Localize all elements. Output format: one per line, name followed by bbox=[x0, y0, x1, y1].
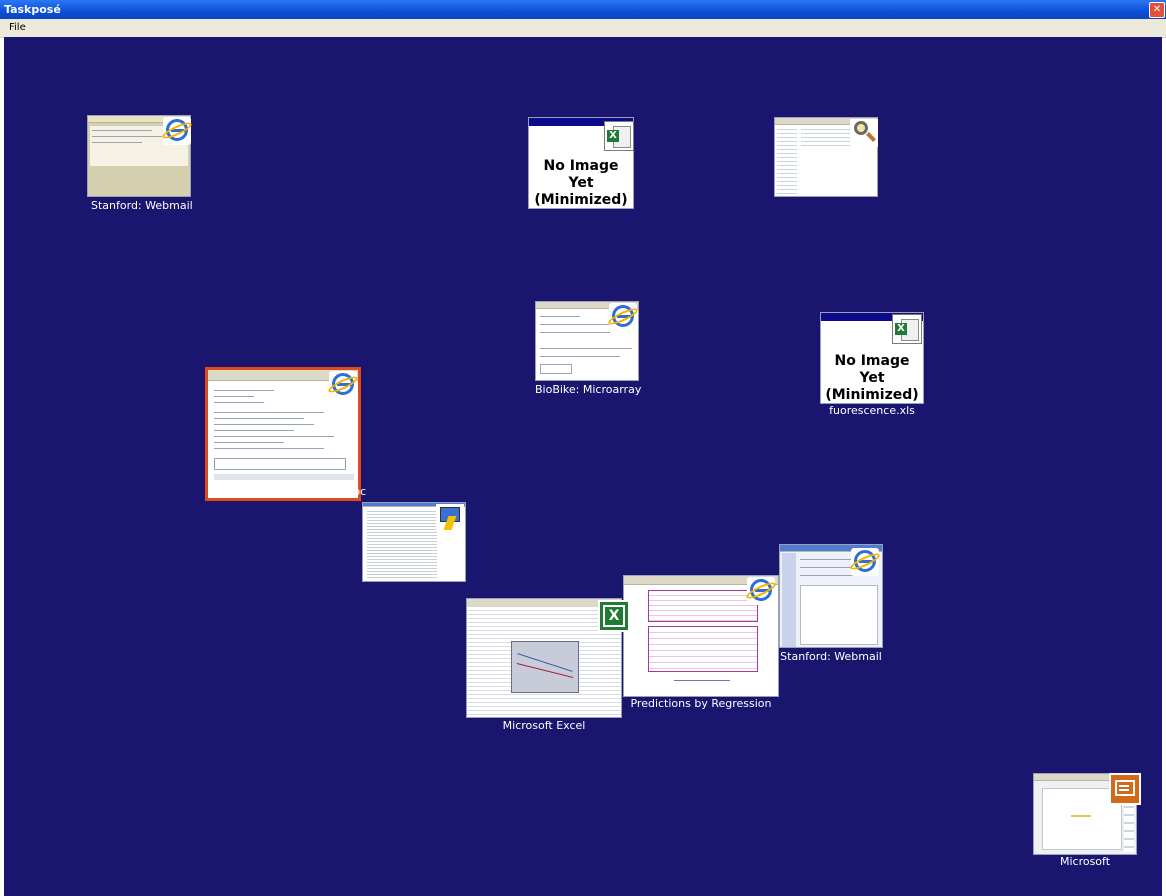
preview-folder-tree bbox=[777, 126, 797, 196]
window-label: BioBike Listener v5.1 Nostoc bbox=[209, 485, 367, 498]
window-thumb-predictions-by-regression[interactable]: Predictions by Regression bbox=[623, 575, 779, 711]
title-bar: Taskposé ✕ bbox=[0, 0, 1166, 19]
preview-results-table bbox=[648, 626, 758, 672]
desktop-canvas: Stanford: Webmail No Image Yet (Minimize… bbox=[4, 37, 1162, 896]
window-label: Microsoft bbox=[1059, 855, 1111, 868]
menu-file[interactable]: File bbox=[9, 22, 26, 33]
preview-table bbox=[367, 509, 437, 579]
window-label: Predictions by Regression bbox=[630, 697, 772, 710]
preview-text-line bbox=[214, 448, 324, 449]
preview-text-line bbox=[92, 142, 142, 143]
excel-file-icon: X bbox=[892, 314, 922, 344]
window-thumb-explorer-search[interactable] bbox=[774, 117, 878, 197]
window-thumb-stanford-webmail-2[interactable]: Stanford: Webmail bbox=[779, 544, 883, 663]
window-thumb-biobike-listener[interactable]: BioBike Listener v5.1 Nostoc bbox=[205, 367, 367, 501]
preview-input-table bbox=[648, 590, 758, 622]
excel-file-icon: X bbox=[604, 121, 634, 151]
preview-text-line bbox=[92, 136, 162, 137]
window-thumb-fuorescence-xls[interactable]: No Image Yet (Minimized) X fuorescence.x… bbox=[820, 312, 924, 418]
preview-embedded-chart bbox=[511, 641, 579, 693]
internet-explorer-icon bbox=[744, 577, 778, 605]
preview-text-line bbox=[540, 356, 620, 357]
close-button[interactable]: ✕ bbox=[1149, 2, 1165, 18]
preview-box bbox=[540, 364, 572, 374]
window-thumb-microsoft-powerpoint[interactable]: Microsoft bbox=[1033, 773, 1141, 871]
powerpoint-icon bbox=[1109, 773, 1141, 805]
excel-icon: X bbox=[598, 600, 630, 632]
window-title: Taskposé bbox=[4, 3, 61, 16]
preview-text-line bbox=[92, 130, 152, 131]
window-thumb-excel-minimized-1[interactable]: No Image Yet (Minimized) X bbox=[528, 117, 634, 209]
window-label: Microsoft Excel bbox=[502, 719, 586, 732]
preview-text-line bbox=[540, 332, 610, 333]
window-thumb-microsoft-excel[interactable]: X Microsoft Excel bbox=[466, 598, 630, 734]
placeholder-text: No Image Yet (Minimized) bbox=[825, 353, 919, 403]
preview-text-line bbox=[214, 442, 284, 443]
placeholder-text: No Image Yet (Minimized) bbox=[534, 158, 628, 208]
window-label: BioBike: Microarray bbox=[535, 383, 642, 396]
preview-message-area bbox=[800, 585, 878, 645]
window-thumb-remote-desktop[interactable] bbox=[362, 502, 466, 582]
preview-text-line bbox=[214, 430, 294, 431]
magnifier-search-icon bbox=[850, 119, 878, 147]
preview-text-line bbox=[214, 418, 304, 419]
preview-text-line bbox=[214, 390, 274, 391]
menu-bar: File bbox=[0, 19, 1166, 38]
preview-text-line bbox=[214, 436, 334, 437]
internet-explorer-icon bbox=[848, 548, 882, 576]
window-thumb-biobike-microarray[interactable]: BioBike: Microarray bbox=[535, 301, 641, 396]
window-label: Stanford: Webmail bbox=[91, 199, 193, 212]
preview-text-line bbox=[214, 396, 254, 397]
window-label: fuorescence.xls bbox=[829, 404, 915, 417]
preview-footer bbox=[214, 474, 354, 480]
preview-text-line bbox=[214, 402, 264, 403]
internet-explorer-icon bbox=[326, 371, 360, 399]
preview-text-line bbox=[540, 316, 580, 317]
internet-explorer-icon bbox=[160, 117, 194, 145]
remote-desktop-icon bbox=[436, 504, 464, 532]
window-thumb-stanford-webmail-1[interactable]: Stanford: Webmail bbox=[87, 115, 194, 212]
preview-text-line bbox=[540, 348, 632, 349]
preview-input bbox=[214, 458, 346, 470]
preview-text-line bbox=[674, 680, 730, 681]
preview-text-line bbox=[214, 424, 314, 425]
preview-text-line bbox=[214, 412, 324, 413]
window-label: Stanford: Webmail bbox=[780, 650, 882, 663]
preview-sidebar bbox=[782, 553, 796, 647]
internet-explorer-icon bbox=[606, 303, 640, 331]
